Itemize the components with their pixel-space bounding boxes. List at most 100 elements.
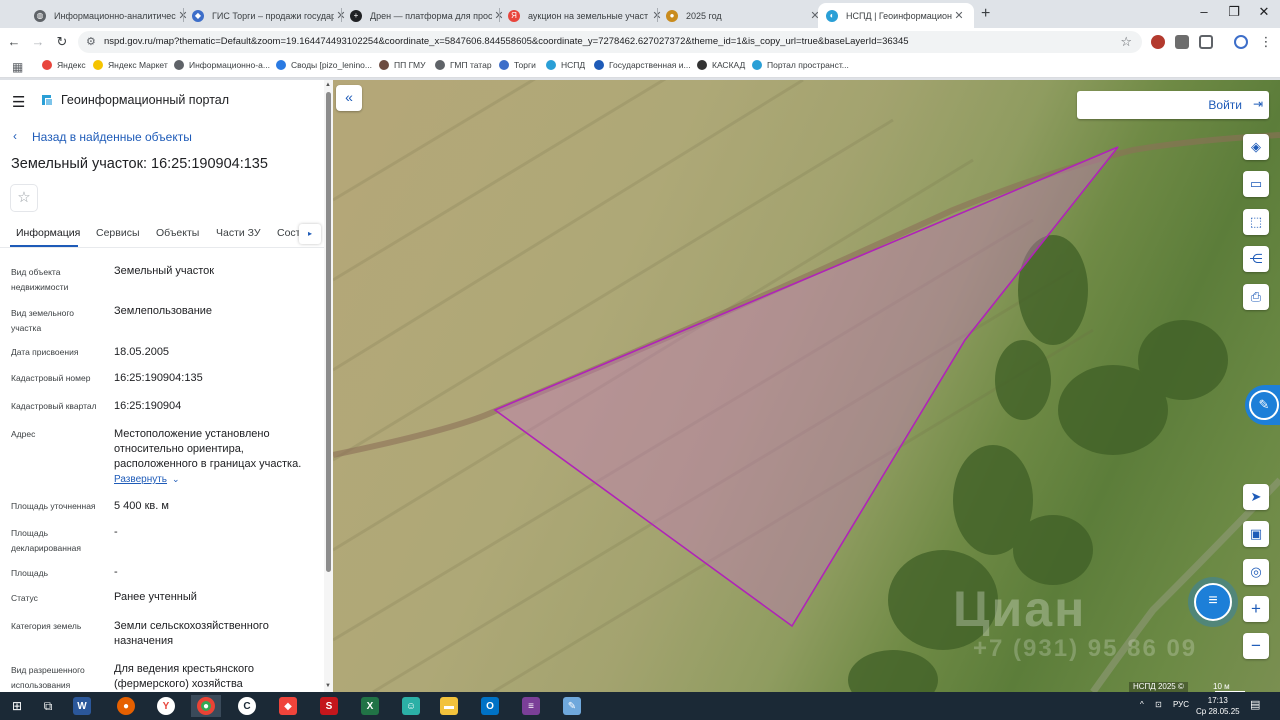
- back-to-results-link[interactable]: Назад в найденные объекты: [32, 130, 192, 144]
- profile-icon[interactable]: [1234, 35, 1248, 49]
- archive-icon: ≡: [522, 697, 540, 715]
- chevron-left-icon[interactable]: ‹: [13, 129, 17, 143]
- bookmark-item[interactable]: ГМП татар: [435, 60, 492, 70]
- taskbar-app-chrome[interactable]: ●: [191, 695, 221, 717]
- chevron-down-icon[interactable]: ⌄: [172, 474, 180, 485]
- taskbar-app-anydesk[interactable]: ◆: [273, 695, 303, 717]
- satellite-imagery: [333, 80, 1280, 692]
- start-button[interactable]: ⊞: [2, 695, 32, 717]
- bookmark-item[interactable]: Информационно-а...: [174, 60, 270, 70]
- select-area-icon: ⬚: [1249, 214, 1263, 229]
- taskbar-app-firefox[interactable]: ●: [111, 695, 141, 717]
- collapse-panel-button[interactable]: «: [336, 85, 362, 111]
- language-indicator[interactable]: РУС: [1173, 700, 1189, 709]
- help-widget[interactable]: ✎: [1245, 385, 1280, 425]
- browser-tab[interactable]: ● 2025 год ✕: [658, 3, 830, 28]
- browser-tab[interactable]: Я аукцион на земельные участ ✕: [500, 3, 672, 28]
- apps-grid-icon[interactable]: ▦: [12, 60, 23, 74]
- extensions-puzzle-icon[interactable]: [1199, 35, 1213, 49]
- taskbar-app-notes[interactable]: ✎: [557, 695, 587, 717]
- tab-services[interactable]: Сервисы: [96, 227, 140, 239]
- task-view-button[interactable]: ⧉: [33, 695, 63, 717]
- panel-scrollbar[interactable]: ▲ ▼: [324, 80, 333, 692]
- bookmark-item[interactable]: Своды [pizo_lenino...: [276, 60, 372, 70]
- bookmark-item[interactable]: Государственная и...: [594, 60, 691, 70]
- bookmark-item[interactable]: КАСКАД: [697, 60, 745, 70]
- bookmark-item[interactable]: Яндекс Маркет: [93, 60, 168, 70]
- property-label: Кадастровый квартал: [11, 401, 97, 411]
- tab-title: аукцион на земельные участ: [528, 10, 649, 21]
- zoom-out-button[interactable]: −: [1243, 633, 1269, 659]
- search-location-button[interactable]: ◎: [1243, 559, 1269, 585]
- word-icon: W: [73, 697, 91, 715]
- measure-button[interactable]: ▭: [1243, 171, 1269, 197]
- url-text[interactable]: nspd.gov.ru/map?thematic=Default&zoom=19…: [104, 36, 1114, 47]
- reload-icon[interactable]: ↻: [54, 34, 70, 50]
- back-arrow-icon[interactable]: ←: [6, 34, 22, 50]
- scroll-up-icon[interactable]: ▲: [325, 82, 331, 88]
- network-icon[interactable]: ⊡: [1155, 700, 1162, 709]
- chat-button[interactable]: ≡: [1188, 577, 1238, 627]
- extension-icon[interactable]: [1151, 35, 1165, 49]
- bookmark-item[interactable]: ПП ГМУ: [379, 60, 425, 70]
- close-window-icon[interactable]: ✕: [1254, 4, 1274, 20]
- browser-tab[interactable]: + Дрен — платформа для прос ✕: [342, 3, 514, 28]
- system-clock[interactable]: 17:13 Ср 28.05.25: [1196, 695, 1240, 717]
- restore-icon[interactable]: ❐: [1224, 4, 1244, 20]
- browser-tab[interactable]: ◆ ГИС Торги – продажи государ ✕: [184, 3, 356, 28]
- forward-arrow-icon[interactable]: →: [30, 34, 46, 50]
- minimap-button[interactable]: ▣: [1243, 521, 1269, 547]
- taskbar-app-c[interactable]: C: [232, 695, 262, 717]
- tab-information[interactable]: Информация: [16, 227, 80, 239]
- new-tab-button[interactable]: +: [981, 5, 997, 23]
- bookmark-favicon-icon: [174, 60, 184, 70]
- scroll-down-icon[interactable]: ▼: [325, 683, 331, 689]
- tab-title: ГИС Торги – продажи государ: [212, 10, 334, 21]
- browser-tab[interactable]: ◍ Информационно-аналитичес ✕: [26, 3, 198, 28]
- tray-expand-icon[interactable]: ^: [1140, 700, 1144, 709]
- taskbar-app-explorer[interactable]: ▬: [434, 695, 464, 717]
- tabs-scroll-right-icon[interactable]: ▸: [299, 224, 321, 244]
- bookmark-favicon-icon: [752, 60, 762, 70]
- extension-icon[interactable]: [1175, 35, 1189, 49]
- bookmark-item[interactable]: Торги: [499, 60, 536, 70]
- taskbar-app-excel[interactable]: X: [355, 695, 385, 717]
- notification-icon[interactable]: ▤: [1250, 698, 1260, 711]
- bookmark-item[interactable]: Яндекс: [42, 60, 86, 70]
- minimize-icon[interactable]: –: [1194, 4, 1214, 19]
- tab-parts[interactable]: Части ЗУ: [216, 227, 261, 239]
- share-button[interactable]: ⋲: [1243, 246, 1269, 272]
- tab-objects[interactable]: Объекты: [156, 227, 199, 239]
- login-button[interactable]: Войти ⇥: [1077, 91, 1269, 119]
- taskbar-app-teams[interactable]: ☺: [396, 695, 426, 717]
- favorite-star-button[interactable]: ☆: [10, 184, 38, 212]
- address-bar[interactable]: ⚙ nspd.gov.ru/map?thematic=Default&zoom=…: [78, 31, 1142, 53]
- print-button[interactable]: ⎙: [1243, 284, 1269, 310]
- browser-tab-active[interactable]: ◐ НСПД | Геоинформационный ✕: [818, 3, 974, 28]
- windows-taskbar: ⊞ ⧉ W ● Y ● C ◆ S X ☺ ▬ O ≡ ✎ ^ ⊡ РУС 17…: [0, 692, 1280, 720]
- hamburger-menu-icon[interactable]: ☰: [12, 93, 25, 111]
- expand-address-link[interactable]: Развернуть: [114, 474, 167, 485]
- close-icon[interactable]: ✕: [952, 9, 966, 22]
- taskbar-app-winrar[interactable]: ≡: [516, 695, 546, 717]
- geolocation-button[interactable]: ➤: [1243, 484, 1269, 510]
- select-area-button[interactable]: ⬚: [1243, 209, 1269, 235]
- site-info-icon[interactable]: ⚙: [86, 35, 96, 48]
- bookmark-favicon-icon: [276, 60, 286, 70]
- taskbar-app-word[interactable]: W: [67, 695, 97, 717]
- zoom-in-button[interactable]: +: [1243, 596, 1269, 622]
- layers-button[interactable]: ◈: [1243, 134, 1269, 160]
- bookmark-item[interactable]: НСПД: [546, 60, 585, 70]
- bookmark-star-icon[interactable]: ☆: [1120, 34, 1132, 50]
- globe-icon: ◍: [34, 9, 46, 22]
- taskbar-app-yandex[interactable]: Y: [151, 695, 181, 717]
- menu-kebab-icon[interactable]: ⋮: [1258, 34, 1274, 50]
- outlook-icon: O: [481, 697, 499, 715]
- bookmark-item[interactable]: Портал пространст...: [752, 60, 849, 70]
- scroll-thumb[interactable]: [326, 92, 331, 572]
- tab-composition[interactable]: Сост: [277, 227, 300, 239]
- search-pin-icon: ◎: [1250, 564, 1262, 579]
- taskbar-app-outlook[interactable]: O: [475, 695, 505, 717]
- taskbar-app-red[interactable]: S: [314, 695, 344, 717]
- map-view[interactable]: Циан +7 (931) 95 86 09 « Войти ⇥ ◈ ▭ ⬚ ⋲…: [333, 80, 1280, 692]
